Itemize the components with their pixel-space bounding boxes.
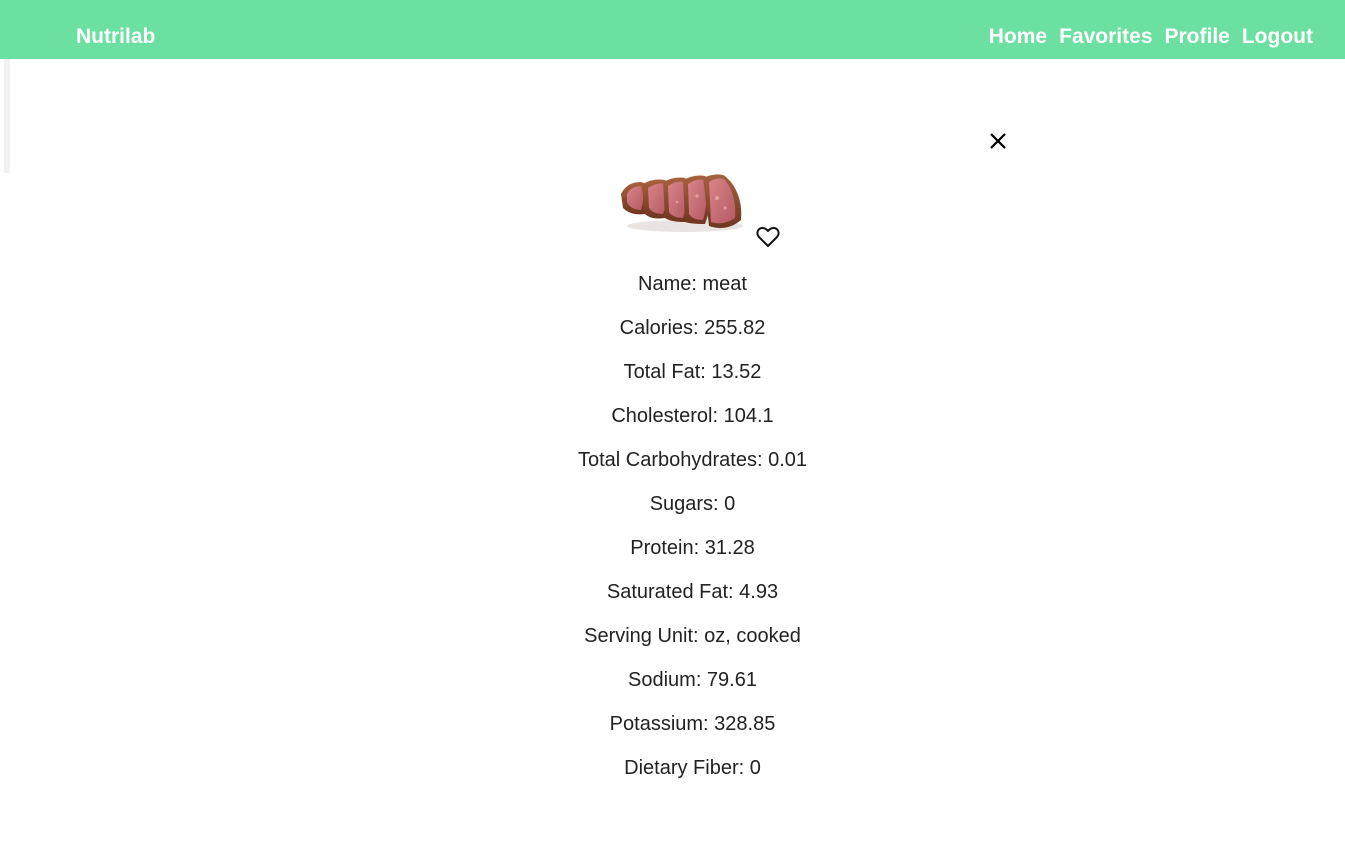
food-image — [617, 168, 747, 236]
nav-link-logout[interactable]: Logout — [1242, 25, 1313, 49]
close-button[interactable] — [986, 129, 1010, 153]
nutrition-details: Name: meat Calories: 255.82 Total Fat: 1… — [0, 270, 1345, 798]
nav-link-profile[interactable]: Profile — [1165, 25, 1230, 49]
detail-saturated-fat: Saturated Fat: 4.93 — [606, 581, 779, 603]
detail-protein: Protein: 31.28 — [630, 537, 755, 559]
detail-dietary-fiber: Dietary Fiber: 0 — [624, 757, 761, 779]
detail-calories: Calories: 255.82 — [619, 317, 766, 339]
nav-link-home[interactable]: Home — [989, 25, 1047, 49]
detail-cholesterol: Cholesterol: 104.1 — [611, 405, 774, 427]
heart-outline-icon — [756, 227, 780, 247]
detail-serving-unit: Serving Unit: oz, cooked — [584, 625, 801, 647]
side-panel-edge — [4, 59, 10, 173]
top-navbar: Nutrilab Home Favorites Profile Logout — [0, 0, 1345, 59]
detail-name: Name: meat — [638, 273, 747, 295]
brand-logo-link[interactable]: Nutrilab — [76, 0, 155, 59]
close-icon — [990, 133, 1006, 149]
detail-sugars: Sugars: 0 — [649, 493, 736, 515]
detail-potassium: Potassium: 328.85 — [609, 713, 776, 735]
detail-total-fat: Total Fat: 13.52 — [623, 361, 762, 383]
nav-links: Home Favorites Profile Logout — [977, 0, 1313, 59]
nav-link-favorites[interactable]: Favorites — [1059, 25, 1152, 49]
detail-total-carbohydrates: Total Carbohydrates: 0.01 — [577, 449, 808, 471]
favorite-button[interactable] — [756, 226, 780, 248]
detail-sodium: Sodium: 79.61 — [628, 669, 757, 691]
